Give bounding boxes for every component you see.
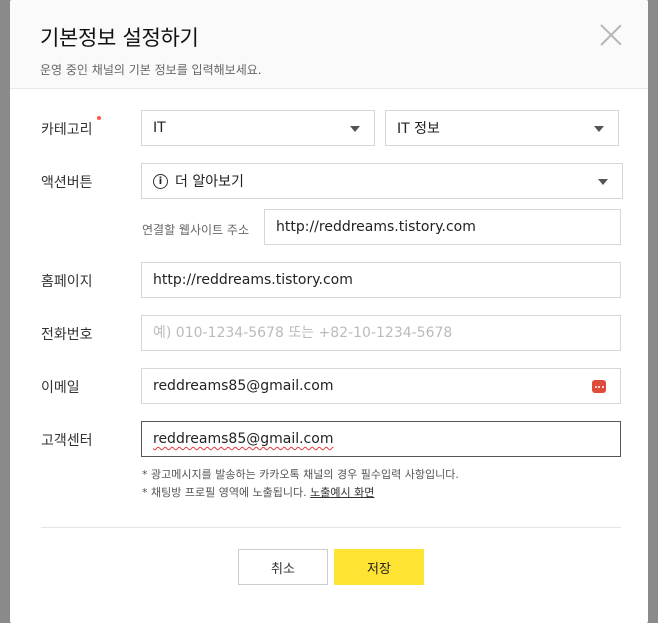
password-manager-icon[interactable]	[592, 380, 606, 393]
phone-field[interactable]	[141, 315, 621, 351]
footer-divider	[41, 527, 621, 528]
modal-header: 기본정보 설정하기 운영 중인 채널의 기본 정보를 입력해보세요.	[10, 0, 648, 89]
email-field[interactable]	[141, 368, 621, 404]
category-label: 카테고리	[41, 122, 93, 138]
modal-subtitle: 운영 중인 채널의 기본 정보를 입력해보세요.	[40, 63, 262, 77]
category-primary-value: IT	[153, 120, 166, 136]
basic-info-modal: 기본정보 설정하기 운영 중인 채널의 기본 정보를 입력해보세요. 카테고리 …	[10, 0, 648, 623]
support-value[interactable]: reddreams85@gmail.com	[153, 431, 333, 447]
action-button-value: 더 알아보기	[175, 174, 244, 190]
required-dot	[97, 116, 101, 120]
category-secondary-select[interactable]: IT 정보	[385, 110, 619, 146]
website-url-field[interactable]	[264, 209, 621, 245]
homepage-field[interactable]	[141, 262, 621, 298]
action-button-label: 액션버튼	[41, 175, 93, 191]
chevron-down-icon	[594, 126, 604, 132]
support-label: 고객센터	[41, 433, 93, 449]
cancel-button[interactable]: 취소	[238, 549, 328, 585]
website-url-label: 연결할 웹사이트 주소	[142, 223, 249, 237]
action-button-select[interactable]: i 더 알아보기	[141, 163, 623, 199]
note-exposure-text: * 채팅방 프로필 영역에 노출됩니다.	[142, 486, 307, 499]
modal-title: 기본정보 설정하기	[40, 26, 199, 50]
note-required: * 광고메시지를 발송하는 카카오톡 채널의 경우 필수입력 사항입니다.	[142, 468, 459, 481]
website-url-input[interactable]	[276, 219, 609, 235]
email-input[interactable]	[153, 378, 609, 394]
chevron-down-icon	[350, 126, 360, 132]
homepage-label: 홈페이지	[41, 274, 93, 290]
phone-input[interactable]	[153, 325, 609, 341]
close-icon[interactable]	[600, 24, 622, 46]
save-button[interactable]: 저장	[334, 549, 424, 585]
chevron-down-icon	[598, 179, 608, 185]
category-secondary-value: IT 정보	[397, 121, 440, 137]
help-notes: * 광고메시지를 발송하는 카카오톡 채널의 경우 필수입력 사항입니다. * …	[142, 466, 459, 502]
support-field[interactable]: reddreams85@gmail.com	[141, 421, 621, 457]
category-primary-select[interactable]: IT	[141, 110, 375, 146]
homepage-input[interactable]	[153, 272, 609, 288]
note-exposure: * 채팅방 프로필 영역에 노출됩니다. 노출예시 화면	[142, 484, 459, 502]
email-label: 이메일	[41, 380, 80, 396]
phone-label: 전화번호	[41, 327, 93, 343]
preview-example-link[interactable]: 노출예시 화면	[310, 486, 374, 499]
info-icon: i	[153, 173, 168, 189]
